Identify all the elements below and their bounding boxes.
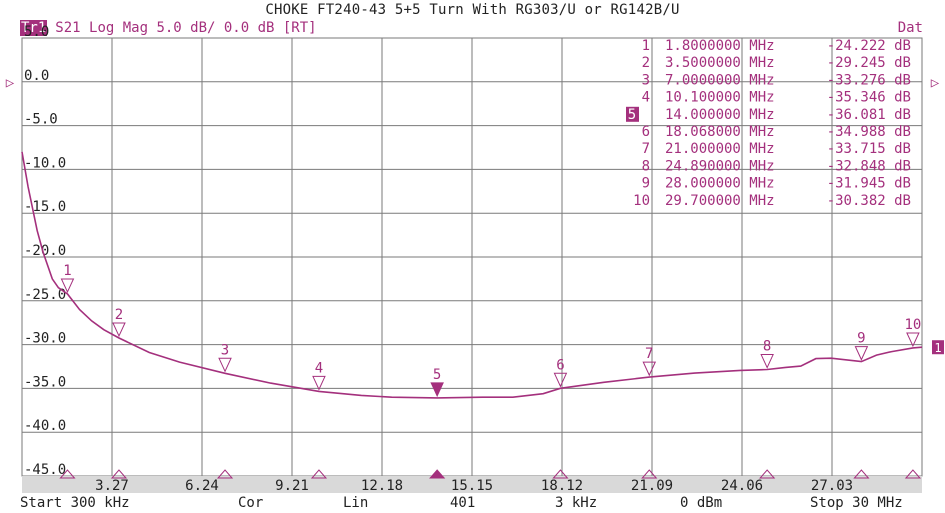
- y-tick-label: -5.0: [24, 112, 58, 128]
- marker-6[interactable]: 6: [553, 357, 568, 388]
- marker-triangle[interactable]: [312, 375, 326, 391]
- y-tick-label: 5.0: [24, 24, 49, 40]
- marker-table-number: 8: [642, 158, 650, 174]
- markers[interactable]: 1 2 3 4 5 6 7 8 9 10: [60, 263, 921, 398]
- if-bandwidth[interactable]: 3 kHz: [555, 495, 597, 511]
- marker-table-number: 9: [642, 176, 650, 192]
- status-bar: Start 300 kHz Cor Lin 401 3 kHz 0 dBm St…: [0, 493, 945, 513]
- reference-level-indicator-left: ▷: [6, 75, 15, 91]
- marker-table-frequency: 24.890000 MHz: [665, 158, 775, 174]
- marker-triangle[interactable]: [906, 332, 920, 348]
- marker-3[interactable]: 3: [218, 342, 232, 373]
- grid: [21, 37, 923, 477]
- x-tick-label: 15.15: [451, 478, 493, 493]
- start-frequency[interactable]: Start 300 kHz: [20, 495, 130, 511]
- marker-triangle[interactable]: [553, 372, 568, 388]
- x-tick-label: 3.27: [95, 478, 129, 493]
- marker-table-frequency: 1.8000000 MHz: [665, 38, 775, 54]
- active-trace-indicator-label: 1: [934, 341, 941, 355]
- x-tick-label: 12.18: [361, 478, 403, 493]
- point-count[interactable]: 401: [450, 495, 475, 511]
- reference-level-indicator-right: ▷: [931, 75, 940, 91]
- marker-triangle[interactable]: [760, 354, 774, 369]
- marker-table-number: 6: [642, 124, 650, 140]
- marker-table-number: 2: [642, 55, 650, 71]
- marker-table-frequency: 10.100000 MHz: [665, 90, 775, 106]
- marker-table-value: -24.222 dB: [827, 38, 911, 54]
- x-tick-label: 9.21: [275, 478, 309, 493]
- stop-frequency[interactable]: Stop 30 MHz: [810, 495, 903, 511]
- marker-table-frequency: 3.5000000 MHz: [665, 55, 775, 71]
- marker-number: 5: [433, 367, 441, 383]
- marker-4[interactable]: 4: [312, 360, 326, 391]
- marker-triangle[interactable]: [112, 322, 126, 338]
- marker-table-value: -35.346 dB: [827, 90, 911, 106]
- marker-number: 3: [221, 342, 229, 358]
- x-tick-label: 24.06: [721, 478, 763, 493]
- y-tick-label: 0.0: [24, 68, 49, 84]
- marker-triangle[interactable]: [854, 346, 869, 361]
- marker-table-frequency: 29.700000 MHz: [665, 193, 775, 209]
- marker-table-number: 10: [633, 193, 650, 209]
- marker-triangle[interactable]: [430, 382, 444, 398]
- marker-7[interactable]: 7: [642, 346, 657, 377]
- marker-axis-indicator: [429, 469, 446, 479]
- marker-table-value: -32.848 dB: [827, 158, 911, 174]
- y-tick-label: -10.0: [24, 155, 66, 171]
- marker-table-number: 1: [642, 38, 650, 54]
- marker-table-value: -33.715 dB: [827, 141, 911, 157]
- marker-8[interactable]: 8: [760, 339, 774, 369]
- marker-table-value: -30.382 dB: [827, 193, 911, 209]
- marker-2[interactable]: 2: [112, 307, 126, 338]
- marker-table-value: -36.081 dB: [827, 107, 911, 123]
- x-tick-label: 27.03: [811, 478, 853, 493]
- marker-table-frequency: 7.0000000 MHz: [665, 72, 775, 88]
- marker-number: 6: [556, 357, 564, 373]
- x-tick-label: 18.12: [541, 478, 583, 493]
- y-tick-label: -30.0: [24, 331, 66, 347]
- marker-number: 1: [63, 263, 71, 279]
- marker-10[interactable]: 10: [904, 317, 921, 348]
- plot-area[interactable]: 5.00.0-5.0-10.0-15.0-20.0-25.0-30.0-35.0…: [0, 0, 945, 493]
- marker-table-value: -29.245 dB: [827, 55, 911, 71]
- sweep-type[interactable]: Lin: [343, 495, 368, 511]
- y-tick-label: -35.0: [24, 374, 66, 390]
- marker-table-number: 7: [642, 141, 650, 157]
- x-tick-label: 21.09: [631, 478, 673, 493]
- marker-number: 10: [904, 317, 921, 333]
- marker-table-frequency: 21.000000 MHz: [665, 141, 775, 157]
- marker-table-frequency: 14.000000 MHz: [665, 107, 775, 123]
- marker-table-frequency: 28.000000 MHz: [665, 176, 775, 192]
- marker-number: 9: [857, 331, 865, 347]
- marker-triangle[interactable]: [642, 361, 657, 377]
- source-power[interactable]: 0 dBm: [680, 495, 722, 511]
- marker-table: 1 1.8000000 MHz -24.222 dB 2 3.5000000 MHz -2…: [626, 38, 911, 209]
- marker-table-number: 3: [642, 72, 650, 88]
- marker-number: 8: [763, 339, 771, 355]
- marker-9[interactable]: 9: [854, 331, 869, 361]
- correction-status[interactable]: Cor: [238, 495, 263, 511]
- marker-number: 7: [645, 346, 653, 362]
- marker-5[interactable]: 5: [430, 367, 444, 398]
- marker-number: 2: [115, 307, 123, 323]
- x-tick-label: 6.24: [185, 478, 219, 493]
- marker-number: 4: [315, 360, 323, 376]
- marker-table-frequency: 18.068000 MHz: [665, 124, 775, 140]
- y-tick-labels: 5.00.0-5.0-10.0-15.0-20.0-25.0-30.0-35.0…: [24, 24, 66, 478]
- marker-triangle[interactable]: [218, 357, 232, 373]
- reference-indicators: ▷ ▷ 1: [6, 75, 944, 355]
- y-tick-label: -15.0: [24, 199, 66, 215]
- marker-table-value: -34.988 dB: [827, 124, 911, 140]
- marker-table-value: -33.276 dB: [827, 72, 911, 88]
- marker-table-value: -31.945 dB: [827, 176, 911, 192]
- marker-table-number: 5: [628, 107, 636, 123]
- y-tick-label: -40.0: [24, 418, 66, 434]
- marker-table-number: 4: [642, 90, 650, 106]
- y-tick-label: -45.0: [24, 462, 66, 478]
